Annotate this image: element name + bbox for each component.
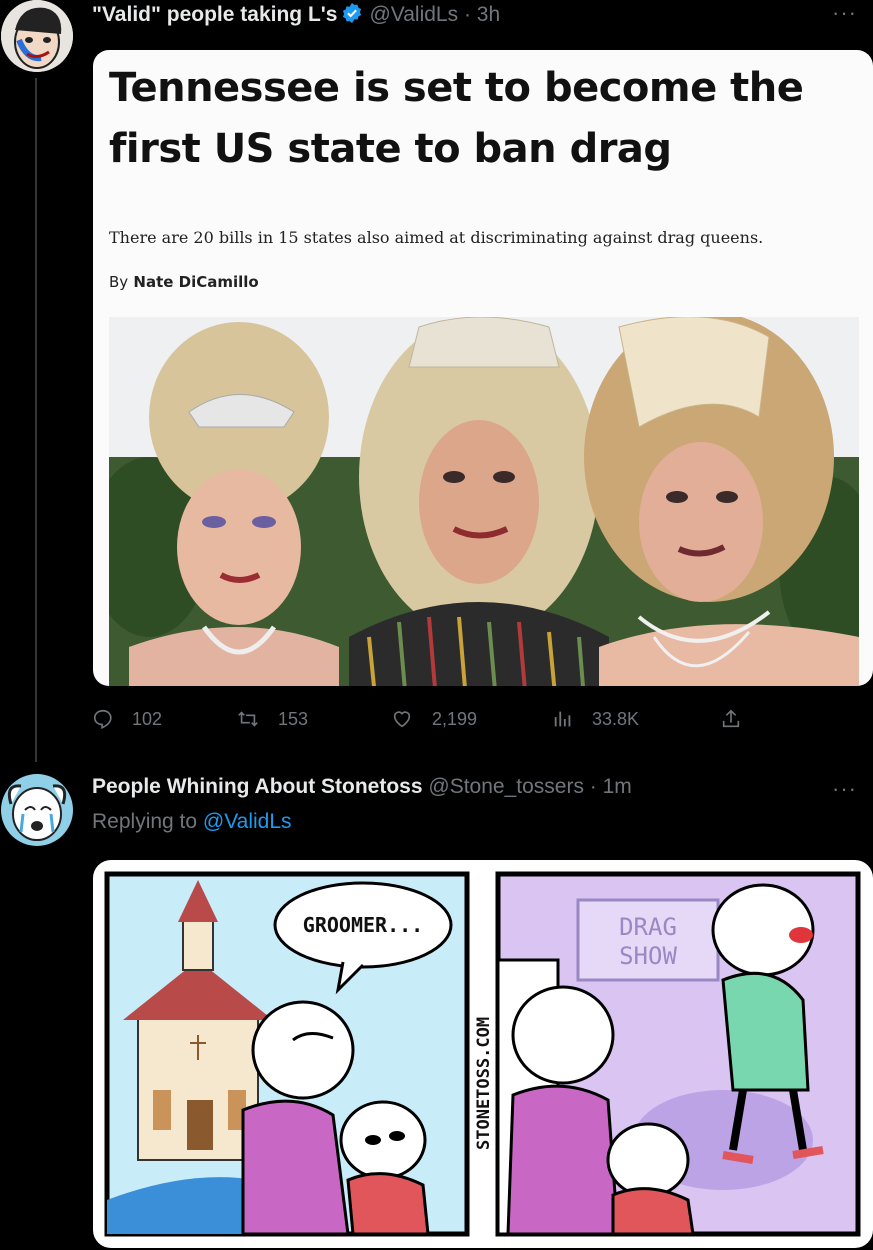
replying-prefix: Replying to bbox=[92, 810, 198, 833]
display-name[interactable]: People Whining About Stonetoss bbox=[92, 775, 423, 798]
timestamp[interactable]: 3h bbox=[477, 3, 500, 26]
heart-icon bbox=[393, 711, 411, 728]
byline-author: Nate DiCamillo bbox=[133, 273, 259, 291]
replying-to: Replying to @ValidLs bbox=[92, 810, 292, 834]
article-byline: By Nate DiCamillo bbox=[109, 273, 259, 291]
tweet-header: People Whining About Stonetoss @Stone_to… bbox=[92, 775, 632, 799]
reply-button[interactable]: 102 bbox=[92, 708, 162, 730]
share-button[interactable] bbox=[720, 708, 760, 730]
share-icon bbox=[722, 709, 740, 728]
more-dots-icon[interactable]: ··· bbox=[832, 0, 857, 26]
tweet-1[interactable]: "Valid" people taking L's @ValidLs · 3h ·… bbox=[0, 0, 873, 770]
handle[interactable]: @Stone_tossers bbox=[428, 775, 584, 798]
article-subhead: There are 20 bills in 15 states also aim… bbox=[109, 228, 764, 247]
views-chart-icon bbox=[554, 711, 571, 727]
tweet-header: "Valid" people taking L's @ValidLs · 3h bbox=[92, 2, 500, 30]
views-button[interactable]: 33.8K bbox=[552, 708, 639, 730]
tweet-2[interactable]: People Whining About Stonetoss @Stone_to… bbox=[0, 770, 873, 1250]
retweet-button[interactable]: 153 bbox=[236, 708, 308, 730]
sign-line1: DRAG bbox=[619, 913, 677, 941]
separator-dot: · bbox=[458, 3, 477, 26]
like-button[interactable]: 2,199 bbox=[390, 708, 477, 730]
byline-prefix: By bbox=[109, 273, 129, 291]
like-count: 2,199 bbox=[432, 708, 478, 729]
display-name[interactable]: "Valid" people taking L's bbox=[92, 3, 337, 26]
verified-badge-icon bbox=[341, 2, 363, 30]
views-count: 33.8K bbox=[592, 708, 640, 729]
avatar[interactable] bbox=[1, 0, 73, 72]
speech-bubble-text: GROOMER... bbox=[303, 913, 423, 937]
article-headline: Tennessee is set to become the first US … bbox=[109, 65, 804, 172]
article-photo bbox=[93, 312, 873, 686]
comic-watermark: STONETOSS.COM bbox=[474, 1017, 494, 1150]
retweet-count: 153 bbox=[278, 708, 309, 729]
tweet-actions: 102 153 2,199 33.8K bbox=[92, 708, 772, 736]
replying-to-link[interactable]: @ValidLs bbox=[203, 810, 292, 833]
separator-dot: · bbox=[583, 775, 603, 798]
retweet-icon bbox=[238, 711, 258, 727]
reply-icon bbox=[93, 709, 112, 729]
sign-line2: SHOW bbox=[619, 942, 677, 970]
reply-count: 102 bbox=[132, 708, 163, 729]
timestamp[interactable]: 1m bbox=[603, 775, 632, 798]
avatar[interactable] bbox=[1, 774, 73, 846]
article-image[interactable]: Tennessee is set to become the first US … bbox=[93, 50, 873, 686]
comic-image[interactable]: GROOMER... STONETOSS.COM DRAG SHOW bbox=[93, 860, 873, 1248]
handle[interactable]: @ValidLs bbox=[369, 3, 458, 26]
thread-line bbox=[35, 78, 37, 762]
more-dots-icon[interactable]: ··· bbox=[832, 776, 857, 802]
